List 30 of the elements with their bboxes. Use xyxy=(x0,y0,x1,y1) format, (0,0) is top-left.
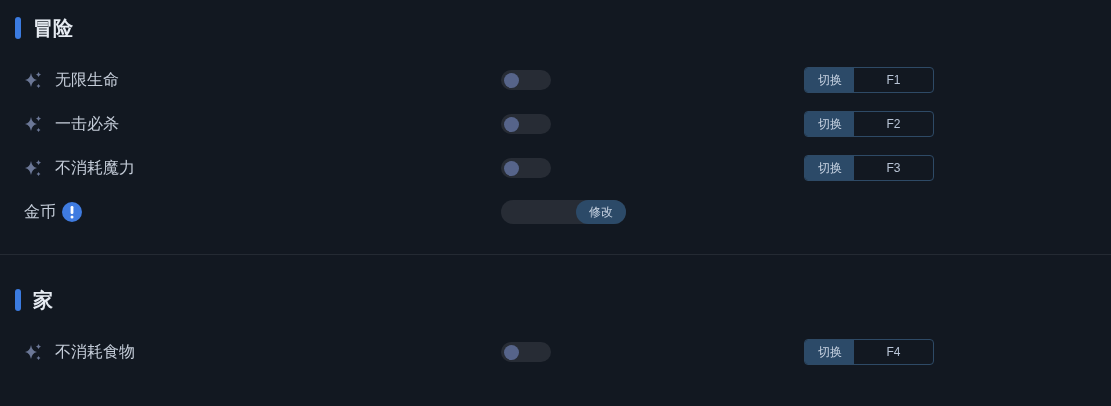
hotkey-field[interactable]: 切换 F1 xyxy=(804,67,934,93)
hotkey-field[interactable]: 切换 F2 xyxy=(804,111,934,137)
option-label: 一击必杀 xyxy=(55,114,119,134)
section-marker xyxy=(15,289,21,311)
toggle-switch[interactable] xyxy=(501,158,551,178)
sparkle-icon xyxy=(24,343,42,361)
hotkey-key: F2 xyxy=(854,112,933,136)
section-title: 家 xyxy=(33,288,53,313)
option-label: 金币 xyxy=(24,202,56,222)
hotkey-action: 切换 xyxy=(805,68,854,92)
hotkey-action: 切换 xyxy=(805,340,854,364)
sparkle-icon xyxy=(24,115,42,133)
option-label: 不消耗食物 xyxy=(55,342,135,362)
toggle-switch[interactable] xyxy=(501,70,551,90)
hotkey-field[interactable]: 切换 F4 xyxy=(804,339,934,365)
apply-button[interactable]: 修改 xyxy=(576,200,626,224)
section-marker xyxy=(15,17,21,39)
hotkey-key: F1 xyxy=(854,68,933,92)
toggle-switch[interactable] xyxy=(501,114,551,134)
toggle-switch[interactable] xyxy=(501,342,551,362)
sparkle-icon xyxy=(24,159,42,177)
hotkey-key: F4 xyxy=(854,340,933,364)
hotkey-field[interactable]: 切换 F3 xyxy=(804,155,934,181)
hotkey-key: F3 xyxy=(854,156,933,180)
section-title: 冒险 xyxy=(33,16,73,41)
hotkey-action: 切换 xyxy=(805,112,854,136)
option-label: 不消耗魔力 xyxy=(55,158,135,178)
option-label: 无限生命 xyxy=(55,70,119,90)
hotkey-action: 切换 xyxy=(805,156,854,180)
sparkle-icon xyxy=(24,71,42,89)
